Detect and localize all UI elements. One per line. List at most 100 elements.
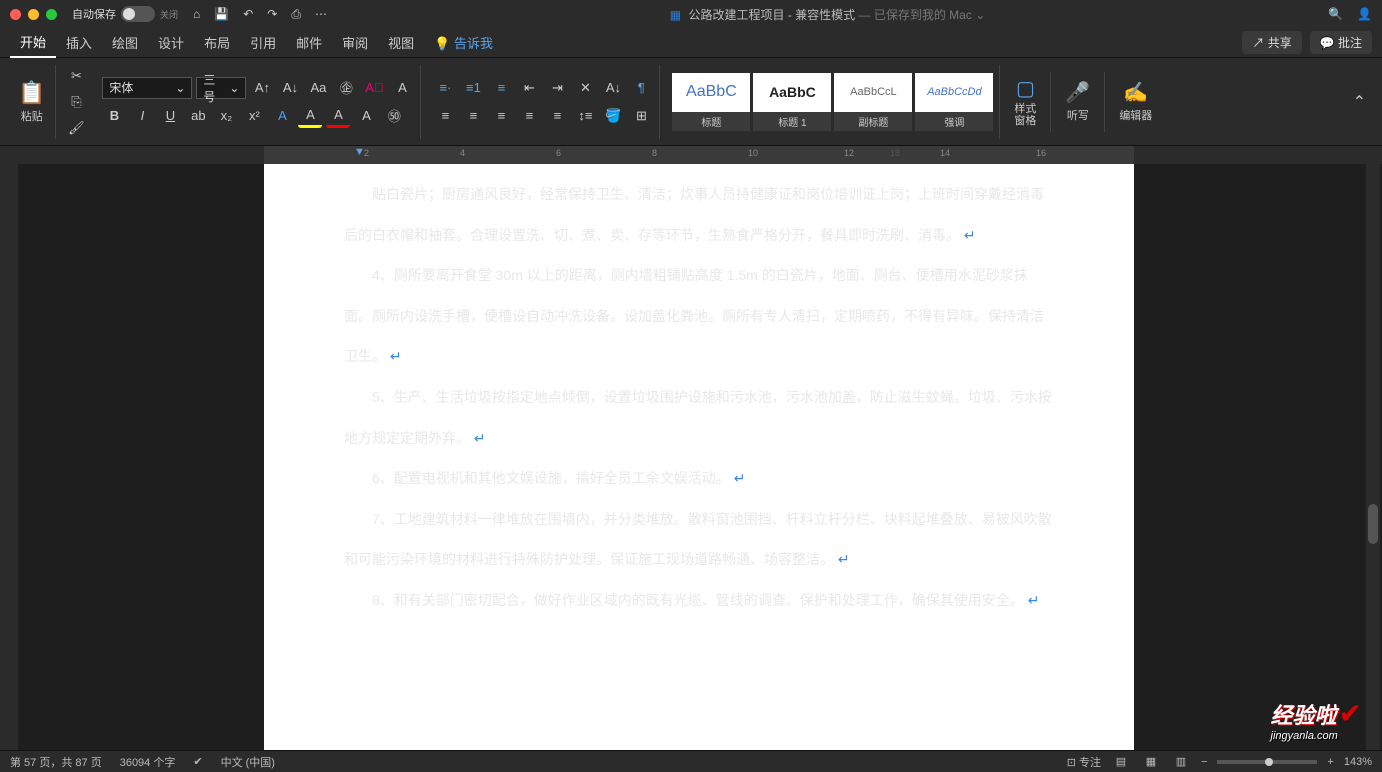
document-page[interactable]: 贴白瓷片；厨房通风良好，经常保持卫生、清洁；炊事人员持健康证和岗位培训证上岗；上… xyxy=(264,164,1134,750)
superscript-icon[interactable]: x² xyxy=(242,104,266,128)
format-painter-icon[interactable]: 🖌 xyxy=(64,117,88,139)
print-icon[interactable]: ⎙ xyxy=(291,7,301,22)
underline-icon[interactable]: U xyxy=(158,104,182,128)
bullets-icon[interactable]: ≡· xyxy=(433,76,457,100)
zoom-out-icon[interactable]: − xyxy=(1201,756,1207,768)
align-center-icon[interactable]: ≡ xyxy=(461,104,485,128)
paragraph[interactable]: 4、厕所要离开食堂 30m 以上的距离，厕内墙粗铺贴高度 1.5m 的白瓷片，地… xyxy=(344,255,1054,377)
styles-pane-button[interactable]: ▢ 样式 窗格 xyxy=(1006,72,1044,131)
show-marks-icon[interactable]: ¶ xyxy=(629,76,653,100)
tab-home[interactable]: 开始 xyxy=(10,27,56,58)
subscript-icon[interactable]: x₂ xyxy=(214,104,238,128)
zoom-level[interactable]: 143% xyxy=(1344,756,1372,768)
maximize-window[interactable] xyxy=(46,9,57,20)
paragraph-mark: ↵ xyxy=(1028,592,1040,608)
autosave-switch[interactable] xyxy=(121,6,155,22)
font-size-combo[interactable]: 三号⌄ xyxy=(196,77,246,99)
close-window[interactable] xyxy=(10,9,21,20)
home-icon[interactable]: ⌂ xyxy=(193,7,200,22)
strikethrough-icon[interactable]: ab xyxy=(186,104,210,128)
page-count[interactable]: 第 57 页，共 87 页 xyxy=(10,754,102,770)
search-icon[interactable]: 🔍 xyxy=(1328,7,1343,21)
char-border-icon[interactable]: A xyxy=(390,76,414,100)
shading-icon[interactable]: 🪣 xyxy=(601,104,625,128)
align-left-icon[interactable]: ≡ xyxy=(433,104,457,128)
paragraph[interactable]: 6、配置电视机和其他文娱设施，搞好全员工余文娱活动。 ↵ xyxy=(344,458,1054,499)
numbering-icon[interactable]: ≡1 xyxy=(461,76,485,100)
tab-references[interactable]: 引用 xyxy=(240,28,286,57)
sort-icon[interactable]: A↓ xyxy=(601,76,625,100)
more-icon[interactable]: ⋯ xyxy=(315,7,327,22)
highlight-icon[interactable]: A xyxy=(298,104,322,128)
text-effects-icon[interactable]: A xyxy=(270,104,294,128)
collapse-ribbon-icon[interactable]: ⌃ xyxy=(1345,92,1374,112)
editor-button[interactable]: ✍ 编辑器 xyxy=(1111,76,1160,127)
paragraph[interactable]: 7、工地建筑材料一律堆放在围墙内，并分类堆放。散料窗池围挡、杆料立杆分栏、块料起… xyxy=(344,499,1054,580)
change-case-icon[interactable]: Aa xyxy=(306,76,330,100)
tab-insert[interactable]: 插入 xyxy=(56,28,102,57)
style-subtitle[interactable]: AaBbCcL 副标题 xyxy=(834,73,912,131)
save-icon[interactable]: 💾 xyxy=(214,7,229,22)
language[interactable]: 中文 (中国) xyxy=(221,754,275,770)
title-dropdown[interactable]: ⌄ xyxy=(975,8,985,22)
comments-button[interactable]: 💬 批注 xyxy=(1310,31,1372,54)
clear-format-icon[interactable]: A⃠ xyxy=(362,76,386,100)
borders-icon[interactable]: ⊞ xyxy=(629,104,653,128)
tab-draw[interactable]: 绘图 xyxy=(102,28,148,57)
paragraph-mark: ↵ xyxy=(474,430,486,446)
paragraph[interactable]: 贴白瓷片；厨房通风良好，经常保持卫生、清洁；炊事人员持健康证和岗位培训证上岗；上… xyxy=(344,174,1054,255)
share-button[interactable]: ↗ 共享 xyxy=(1242,31,1301,54)
clipboard-icon: 📋 xyxy=(18,80,45,106)
italic-icon[interactable]: I xyxy=(130,104,154,128)
font-color-icon[interactable]: A xyxy=(326,104,350,128)
dictate-button[interactable]: 🎤 听写 xyxy=(1057,76,1098,127)
account-icon[interactable]: 👤 xyxy=(1357,7,1372,21)
phonetic-icon[interactable]: ㊭ xyxy=(334,76,358,100)
paragraph[interactable]: 5、生产、生活垃圾按指定地点倾倒，设置垃圾围护设施和污水池，污水池加盖，防止滋生… xyxy=(344,377,1054,458)
horizontal-ruler[interactable]: ▼ 246810121416 18 xyxy=(0,146,1382,164)
minimize-window[interactable] xyxy=(28,9,39,20)
paragraph[interactable]: 8、和有关部门密切配合，做好作业区域内的既有光缆、管线的调查、保护和处理工作，确… xyxy=(344,580,1054,621)
copy-icon[interactable]: ⎘ xyxy=(64,91,88,113)
line-spacing-icon[interactable]: ↕≡ xyxy=(573,104,597,128)
scrollbar-thumb[interactable] xyxy=(1368,504,1378,544)
justify-icon[interactable]: ≡ xyxy=(517,104,541,128)
style-heading1[interactable]: AaBbC 标题 1 xyxy=(753,73,831,131)
tab-view[interactable]: 视图 xyxy=(378,28,424,57)
tab-mailings[interactable]: 邮件 xyxy=(286,28,332,57)
vertical-scrollbar[interactable] xyxy=(1366,164,1380,750)
read-mode-icon[interactable]: ▤ xyxy=(1111,754,1131,770)
font-name-combo[interactable]: 宋体⌄ xyxy=(102,77,192,99)
undo-icon[interactable]: ↶ xyxy=(243,7,253,22)
align-right-icon[interactable]: ≡ xyxy=(489,104,513,128)
tab-layout[interactable]: 布局 xyxy=(194,28,240,57)
char-shading-icon[interactable]: A xyxy=(354,104,378,128)
word-count[interactable]: 36094 个字 xyxy=(120,754,176,770)
paste-button[interactable]: 📋 粘贴 xyxy=(14,76,49,128)
spell-check-icon[interactable]: ✔ xyxy=(193,755,202,768)
decrease-indent-icon[interactable]: ⇤ xyxy=(517,76,541,100)
bold-icon[interactable]: B xyxy=(102,104,126,128)
increase-indent-icon[interactable]: ⇥ xyxy=(545,76,569,100)
style-emphasis[interactable]: AaBbCcDd 强调 xyxy=(915,73,993,131)
web-layout-icon[interactable]: ▥ xyxy=(1171,754,1191,770)
tab-tellme[interactable]: 💡 告诉我 xyxy=(424,28,503,57)
style-heading[interactable]: AaBbC 标题 xyxy=(672,73,750,131)
vertical-ruler[interactable] xyxy=(0,164,18,750)
tab-review[interactable]: 审阅 xyxy=(332,28,378,57)
autosave-toggle[interactable]: 自动保存 关闭 xyxy=(72,6,178,22)
zoom-slider[interactable] xyxy=(1217,760,1317,764)
enclose-icon[interactable]: ㊿ xyxy=(382,104,406,128)
cut-icon[interactable]: ✂ xyxy=(64,65,88,87)
shrink-font-icon[interactable]: A↓ xyxy=(278,76,302,100)
print-layout-icon[interactable]: ▦ xyxy=(1141,754,1161,770)
grow-font-icon[interactable]: A↑ xyxy=(250,76,274,100)
distribute-icon[interactable]: ≡ xyxy=(545,104,569,128)
multilevel-icon[interactable]: ≡ xyxy=(489,76,513,100)
asian-layout-icon[interactable]: ✕ xyxy=(573,76,597,100)
zoom-in-icon[interactable]: + xyxy=(1327,756,1333,768)
tab-design[interactable]: 设计 xyxy=(148,28,194,57)
focus-mode[interactable]: ⊡ 专注 xyxy=(1067,754,1101,770)
redo-icon[interactable]: ↷ xyxy=(267,7,277,22)
status-bar: 第 57 页，共 87 页 36094 个字 ✔ 中文 (中国) ⊡ 专注 ▤ … xyxy=(0,750,1382,772)
